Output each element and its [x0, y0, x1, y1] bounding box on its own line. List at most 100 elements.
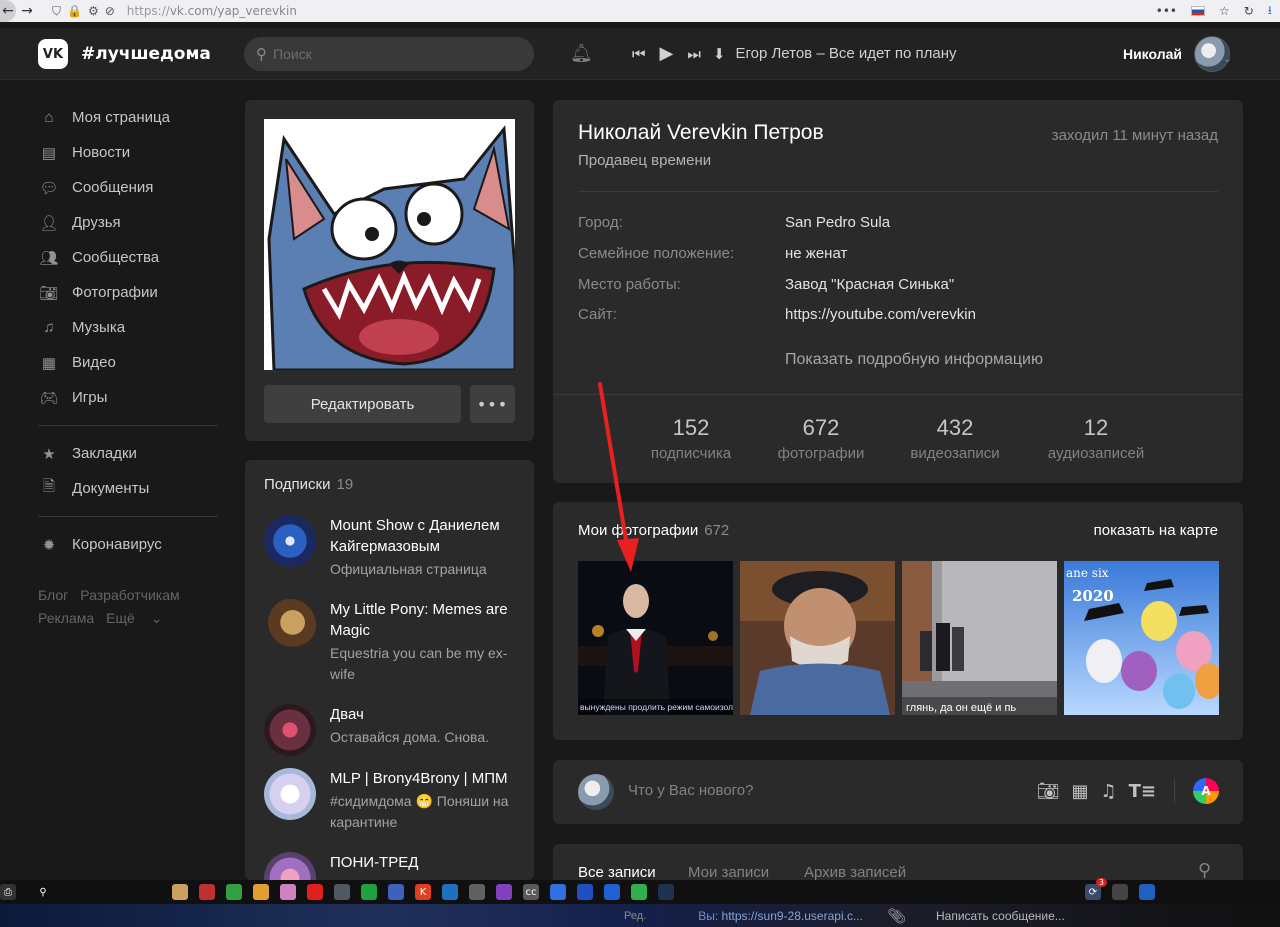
relationship-link[interactable]: не женат [785, 245, 847, 262]
permissions-icon[interactable]: ⚙ [88, 4, 99, 19]
footer-link-ads[interactable]: Реклама [38, 610, 94, 626]
youtube-icon[interactable] [307, 884, 323, 900]
community-name[interactable]: ПОНИ-ТРЕД [330, 852, 418, 873]
community-name[interactable]: My Little Pony: Memes are Magic [330, 599, 524, 641]
reload-icon[interactable]: ↻ [1244, 4, 1254, 18]
forward-button[interactable]: → [16, 0, 38, 22]
notification-icon[interactable]: ⟳ 3 [1085, 878, 1107, 900]
menu-item-coronavirus[interactable]: ✹ Коронавирус [38, 527, 218, 562]
photos-title[interactable]: Мои фотографии 672 [578, 522, 729, 539]
bookmark-star-icon[interactable]: ☆ [1219, 4, 1230, 18]
photo-thumbnail[interactable]: вынуждены продлить режим самоизоляции [578, 561, 733, 715]
community-name[interactable]: MLP | Brony4Brony | МПМ [330, 768, 524, 789]
menu-item-friends[interactable]: 👤︎ Друзья [38, 205, 218, 240]
counter-audios[interactable]: 12 аудиозаписей [1036, 415, 1156, 462]
counter-followers[interactable]: 152 подписчика [631, 415, 751, 462]
swoosh-icon[interactable] [604, 884, 620, 900]
edit-profile-button[interactable]: Редактировать [264, 385, 461, 423]
menu-item-games[interactable]: 🎮︎ Игры [38, 380, 218, 415]
video-icon[interactable]: ▦ [1071, 781, 1088, 802]
show-more-info-link[interactable]: Показать подробную информацию [785, 351, 1043, 369]
network-icon[interactable] [442, 884, 458, 900]
text-format-icon[interactable]: T≡ [1129, 781, 1156, 802]
write-message-input[interactable]: Написать сообщение... [936, 909, 1065, 923]
counter-photos[interactable]: 672 фотографии [761, 415, 881, 462]
cc-icon[interactable]: cc [523, 884, 539, 900]
app-icon[interactable] [172, 884, 188, 900]
previous-track-icon[interactable]: ⏮︎ [632, 45, 646, 63]
show-on-map-link[interactable]: показать на карте [1094, 522, 1218, 539]
puzzle-icon[interactable] [388, 884, 404, 900]
work-link[interactable]: Завод "Красная Синька" [785, 276, 954, 293]
back-button[interactable]: ← [0, 0, 16, 22]
language-icon[interactable] [1139, 884, 1155, 900]
mouse-icon[interactable] [1112, 884, 1128, 900]
list-item[interactable]: Двач Оставайся дома. Снова. [264, 704, 524, 756]
user-menu[interactable]: Николай [1123, 36, 1230, 72]
post-input[interactable]: Что у Вас нового? [628, 782, 754, 799]
subscriptions-title[interactable]: Подписки 19 [264, 476, 353, 493]
search-icon[interactable]: ⚲ [35, 884, 51, 900]
camera-icon[interactable]: 📷︎ [1037, 781, 1060, 802]
play-icon[interactable]: ▶︎ [660, 43, 674, 64]
next-track-icon[interactable]: ⏭︎ [687, 45, 701, 63]
footer-link-blog[interactable]: Блог [38, 587, 68, 603]
pony-icon[interactable] [280, 884, 296, 900]
community-name[interactable]: Двач [330, 704, 489, 725]
city-link[interactable]: San Pedro Sula [785, 214, 890, 231]
community-avatar[interactable] [264, 852, 316, 880]
music-icon[interactable]: ♫ [1100, 781, 1116, 802]
attach-icon[interactable]: 📎︎ [887, 907, 906, 925]
search-box[interactable]: ⚲ [244, 37, 534, 71]
tracking-icon[interactable]: ⊘ [105, 4, 115, 19]
community-avatar[interactable] [264, 515, 316, 567]
community-avatar[interactable] [264, 704, 316, 756]
community-avatar[interactable] [264, 768, 316, 820]
menu-item-my-page[interactable]: ⌂ Моя страница [38, 100, 218, 135]
k-icon[interactable]: K [415, 884, 431, 900]
site-link[interactable]: https://youtube.com/verevkin [785, 306, 976, 323]
last-message[interactable]: Вы: https://sun9-28.userapi.c... [698, 909, 863, 923]
app-icon[interactable] [658, 884, 674, 900]
community-avatar[interactable] [264, 599, 316, 651]
search-input[interactable] [273, 46, 503, 62]
photo-thumbnail[interactable]: глянь, да он ещё и пь [902, 561, 1057, 715]
monitor-icon[interactable] [334, 884, 350, 900]
shop-icon[interactable] [199, 884, 215, 900]
shield-icon[interactable] [361, 884, 377, 900]
shield-icon[interactable] [226, 884, 242, 900]
profile-photo[interactable] [264, 119, 515, 370]
list-item[interactable]: MLP | Brony4Brony | МПМ #сидимдома 😁 Поня… [264, 768, 524, 833]
download-icon[interactable]: ⭳ [1268, 1, 1272, 22]
current-track[interactable]: Егор Летов – Все идет по плану [735, 45, 956, 62]
menu-item-photos[interactable]: 📷︎ Фотографии [38, 275, 218, 310]
community-name[interactable]: Mount Show с Даниелем Кайгермазовым [330, 515, 524, 557]
photo-thumbnail[interactable] [740, 561, 895, 715]
printer-icon[interactable]: ⎙ [0, 884, 16, 900]
profile-status[interactable]: Продавец времени [578, 152, 711, 169]
bell-icon[interactable]: 🔔︎ [570, 43, 593, 64]
footer-link-dev[interactable]: Разработчикам [80, 587, 179, 603]
chevron-down-icon[interactable]: ⌄ [1223, 52, 1232, 65]
list-item[interactable]: My Little Pony: Memes are Magic Equestria… [264, 599, 524, 685]
menu-item-video[interactable]: ▦ Видео [38, 345, 218, 380]
url-field[interactable]: https://vk.com/yap_verevkin [127, 4, 297, 18]
tab-all-posts[interactable]: Все записи [578, 864, 656, 881]
tab-archive[interactable]: Архив записей [804, 864, 906, 881]
lock-icon[interactable]: 🔒 [67, 4, 82, 19]
more-actions-button[interactable]: ••• [470, 385, 515, 423]
photo-thumbnail[interactable]: ane six 2020 [1064, 561, 1219, 715]
footer-link-more[interactable]: Ещё ⌄ [106, 610, 162, 626]
menu-item-music[interactable]: ♫ Музыка [38, 310, 218, 345]
page-actions-icon[interactable]: ••• [1156, 4, 1177, 18]
menu-item-bookmarks[interactable]: ★ Закладки [38, 436, 218, 471]
shield-icon[interactable]: ⛉ [52, 4, 61, 19]
shield-icon[interactable] [631, 884, 647, 900]
sun-icon[interactable] [253, 884, 269, 900]
mini-app-icon[interactable]: A [1193, 778, 1219, 804]
swoosh-icon[interactable] [577, 884, 593, 900]
menu-item-messages[interactable]: 💬︎ Сообщения [38, 170, 218, 205]
tab-my-posts[interactable]: Мои записи [688, 864, 769, 881]
vk-logo[interactable]: VK [38, 39, 68, 69]
lightning-icon[interactable] [496, 884, 512, 900]
